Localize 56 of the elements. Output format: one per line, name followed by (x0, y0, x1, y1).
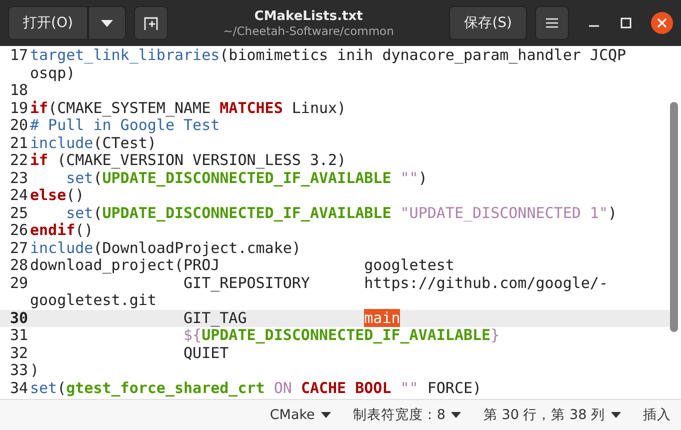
caret-icon (320, 412, 331, 418)
file-path: ~/Cheetah-Software/common (223, 24, 394, 38)
line-number: 20 (8, 117, 29, 134)
line-number: 21 (8, 134, 29, 152)
menu-icon (546, 18, 558, 28)
code-line: set(gtest_force_shared_crt ON CACHE BOOL "" FORCE) (30, 380, 482, 397)
line-number: 19 (8, 100, 29, 117)
window-title: CMakeLists.txt (253, 8, 364, 24)
caret-icon (611, 412, 621, 418)
line-number: 32 (8, 344, 29, 362)
code-line: endif() (30, 222, 94, 240)
code-line: # Pull in Google Test (30, 117, 220, 134)
code-line: ${UPDATE_DISCONNECTED_IF_AVAILABLE} (182, 327, 500, 344)
line-number: 17 (8, 47, 29, 64)
menu-button[interactable] (535, 6, 569, 40)
line-number: 22 (8, 152, 29, 170)
close-icon[interactable] (651, 12, 673, 34)
line-number: 25 (8, 204, 29, 222)
new-tab-icon (142, 15, 159, 31)
code-line: googletest.git (30, 292, 156, 310)
line-number: 34 (8, 380, 29, 397)
maximize-icon[interactable] (619, 16, 633, 30)
line-number: 26 (8, 222, 29, 240)
line-number: 24 (8, 187, 29, 204)
cursor-position-selector[interactable]: 第 30 行，第 38 列 (483, 406, 621, 424)
code-line: download_project(PROJ googletest (30, 257, 454, 274)
code-line: GIT_REPOSITORY https://github.com/google/- (182, 274, 608, 292)
code-line: include(CTest) (30, 134, 156, 152)
code-line: osqp) (30, 64, 76, 82)
code-line: set(UPDATE_DISCONNECTED_IF_AVAILABLE "UPDATE_DISCONNECTED 1") (65, 204, 618, 222)
line-number: 27 (8, 240, 29, 257)
line-number: 33 (8, 362, 29, 380)
caret-icon (100, 20, 113, 26)
code-line: include(DownloadProject.cmake) (30, 240, 301, 257)
insert-mode-label: 插入 (643, 406, 671, 424)
code-line: else() (30, 187, 84, 204)
code-line: ) (30, 362, 40, 380)
line-number: 29 (8, 274, 29, 292)
line-number: 23 (8, 170, 29, 187)
code-line: if(CMAKE_SYSTEM_NAME MATCHES Linux) (30, 100, 346, 117)
language-selector[interactable]: CMake (270, 407, 331, 423)
open-button[interactable]: 打开(O) (8, 6, 88, 40)
line-number: 31 (8, 327, 29, 344)
caret-icon (451, 412, 462, 418)
code-line: GIT_TAG main (182, 310, 400, 327)
save-button[interactable]: 保存(S) (449, 6, 527, 40)
tab-width-selector[interactable]: 制表符宽度：8 (352, 406, 462, 424)
new-tab-button[interactable] (134, 6, 168, 40)
line-number: 30 (8, 310, 29, 327)
code-line: set(UPDATE_DISCONNECTED_IF_AVAILABLE "") (65, 170, 428, 187)
line-number: 18 (8, 82, 29, 100)
code-line: if (CMAKE_VERSION VERSION_LESS 3.2) (30, 152, 346, 170)
code-line: QUIET (182, 344, 229, 362)
open-menu-button[interactable] (88, 6, 126, 40)
code-line: target_link_libraries(biomimetics inih dynacore_param_handler JCQP (30, 47, 626, 64)
line-number: 28 (8, 257, 29, 274)
